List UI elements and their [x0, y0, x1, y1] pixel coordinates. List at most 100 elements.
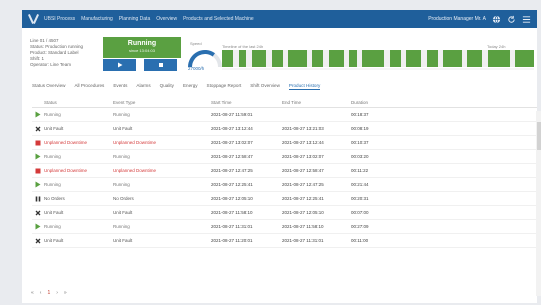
- table-row[interactable]: Running Running 2021-08-27 12:58:47 2021…: [32, 150, 537, 164]
- x-icon: [32, 126, 44, 132]
- logo-icon: [28, 13, 40, 25]
- row-status: No Orders: [44, 196, 65, 201]
- nav-item-overview[interactable]: Overview: [156, 16, 177, 22]
- current-page[interactable]: 1: [47, 290, 50, 296]
- pause-icon: [32, 196, 44, 202]
- tab-alarms[interactable]: Alarms: [136, 83, 150, 90]
- first-page-button[interactable]: «: [31, 290, 34, 296]
- row-end-time: 2021-08-27 13:12:44: [282, 140, 324, 145]
- row-duration: 00:07:00: [351, 210, 369, 215]
- gauge-value: 27000/h: [188, 66, 205, 71]
- app-title[interactable]: UBSI Process: [44, 16, 75, 22]
- column-header-start-time[interactable]: Start Time: [211, 100, 282, 105]
- tab-product-history[interactable]: Product History: [288, 83, 321, 90]
- table-row[interactable]: Unit Fault Unit Fault 2021-08-27 11:58:1…: [32, 206, 537, 220]
- row-event-type: Running: [113, 224, 130, 229]
- row-duration: 00:08:19: [351, 126, 369, 131]
- row-duration: 00:20:31: [351, 196, 369, 201]
- user-name[interactable]: Production Manager Mr. A: [428, 16, 486, 22]
- column-header-event-type[interactable]: Event Type: [113, 100, 211, 105]
- row-status: Running: [44, 154, 61, 159]
- row-duration: 00:18:37: [351, 112, 369, 117]
- last-page-button[interactable]: »: [64, 290, 67, 296]
- row-end-time: 2021-08-27 13:02:07: [282, 154, 324, 159]
- column-header-end-time[interactable]: End Time: [282, 100, 351, 105]
- nav-item-manufacturing[interactable]: Manufacturing: [81, 16, 113, 22]
- tab-energy[interactable]: Energy: [183, 83, 198, 90]
- tab-stoppage-report[interactable]: Stoppage Report: [207, 83, 242, 90]
- timeline-label: Timeline of the last 24h: [222, 44, 264, 49]
- tab-all-procedures[interactable]: All Procedures: [74, 83, 104, 90]
- globe-icon[interactable]: [492, 15, 501, 24]
- table-row[interactable]: No Orders No Orders 2021-08-27 12:05:10 …: [32, 192, 537, 206]
- row-start-time: 2021-08-27 11:59:01: [211, 112, 253, 117]
- play-icon: [32, 181, 44, 188]
- timeline-segment[interactable]: [487, 50, 510, 67]
- nav-item-products[interactable]: Products and Selected Machine: [183, 16, 254, 22]
- row-start-time: 2021-08-27 13:12:44: [211, 126, 253, 131]
- timeline-segment[interactable]: [362, 50, 385, 67]
- row-duration: 00:11:22: [351, 168, 369, 173]
- row-duration: 00:11:00: [351, 238, 369, 243]
- table-row[interactable]: Unit Fault Unit Fault 2021-08-27 11:20:0…: [32, 234, 537, 248]
- tab-bar: Status Overview All Procedures Events Al…: [32, 83, 532, 90]
- status-timeline[interactable]: [222, 50, 534, 67]
- row-start-time: 2021-08-27 12:58:47: [211, 154, 253, 159]
- summary-line: Operator: Line Team: [30, 62, 71, 67]
- row-event-type: Running: [113, 112, 130, 117]
- row-start-time: 2021-08-27 12:47:25: [211, 168, 253, 173]
- tab-quality[interactable]: Quality: [160, 83, 174, 90]
- timeline-range: Today 24h: [487, 44, 506, 49]
- row-duration: 00:10:37: [351, 140, 369, 145]
- play-icon: [117, 62, 122, 68]
- column-header-status[interactable]: Status: [44, 100, 113, 105]
- timeline-segment[interactable]: [443, 50, 462, 67]
- start-button[interactable]: [103, 59, 136, 71]
- row-start-time: 2021-08-27 11:58:10: [211, 210, 253, 215]
- tab-status-overview[interactable]: Status Overview: [32, 83, 65, 90]
- table-row[interactable]: Unit Fault Unit Fault 2021-08-27 13:12:4…: [32, 122, 537, 136]
- row-duration: 00:03:20: [351, 154, 369, 159]
- status-label: Running: [127, 40, 157, 47]
- table-scrollbar[interactable]: [536, 111, 541, 296]
- row-end-time: 2021-08-27 11:31:01: [282, 238, 324, 243]
- tab-shift-overview[interactable]: Shift Overview: [250, 83, 280, 90]
- timeline-segment[interactable]: [271, 50, 283, 67]
- timeline-segment[interactable]: [349, 50, 357, 67]
- play-icon: [32, 111, 44, 118]
- table-row[interactable]: Unplanned Downtime Unplanned Downtime 20…: [32, 164, 537, 178]
- timeline-segment[interactable]: [238, 50, 246, 67]
- x-icon: [32, 210, 44, 216]
- hamburger-icon[interactable]: [522, 15, 531, 24]
- scrollbar-thumb[interactable]: [537, 122, 541, 150]
- events-table: Status Event Type Start Time End Time Du…: [32, 98, 537, 248]
- table-row[interactable]: Running Running 2021-08-27 12:25:41 2021…: [32, 178, 537, 192]
- timeline-segment[interactable]: [426, 50, 438, 67]
- row-event-type: Unit Fault: [113, 126, 133, 131]
- timeline-segment[interactable]: [288, 50, 307, 67]
- machine-status-badge: Running since 13:04:03: [103, 37, 181, 58]
- timeline-segment[interactable]: [328, 50, 344, 67]
- refresh-icon[interactable]: [507, 15, 516, 24]
- next-page-button[interactable]: ›: [56, 290, 58, 296]
- square-icon: [32, 168, 44, 174]
- timeline-segment[interactable]: [406, 50, 422, 67]
- column-header-duration[interactable]: Duration: [351, 100, 421, 105]
- timeline-segment[interactable]: [389, 50, 401, 67]
- row-event-type: Unplanned Downtime: [113, 168, 157, 173]
- tab-events[interactable]: Events: [113, 83, 127, 90]
- row-end-time: 2021-08-27 12:05:10: [282, 210, 324, 215]
- stop-button[interactable]: [144, 59, 177, 71]
- timeline-segment[interactable]: [251, 50, 267, 67]
- timeline-segment[interactable]: [467, 50, 483, 67]
- timeline-segment[interactable]: [222, 50, 234, 67]
- row-event-type: Running: [113, 154, 130, 159]
- timeline-segment[interactable]: [312, 50, 324, 67]
- table-row[interactable]: Running Running 2021-08-27 11:59:01 00:1…: [32, 108, 537, 122]
- stop-icon: [158, 63, 163, 67]
- table-row[interactable]: Running Running 2021-08-27 11:31:01 2021…: [32, 220, 537, 234]
- prev-page-button[interactable]: ‹: [40, 290, 42, 296]
- table-row[interactable]: Unplanned Downtime Unplanned Downtime 20…: [32, 136, 537, 150]
- timeline-segment[interactable]: [515, 50, 534, 67]
- nav-item-planning[interactable]: Planning Data: [119, 16, 150, 22]
